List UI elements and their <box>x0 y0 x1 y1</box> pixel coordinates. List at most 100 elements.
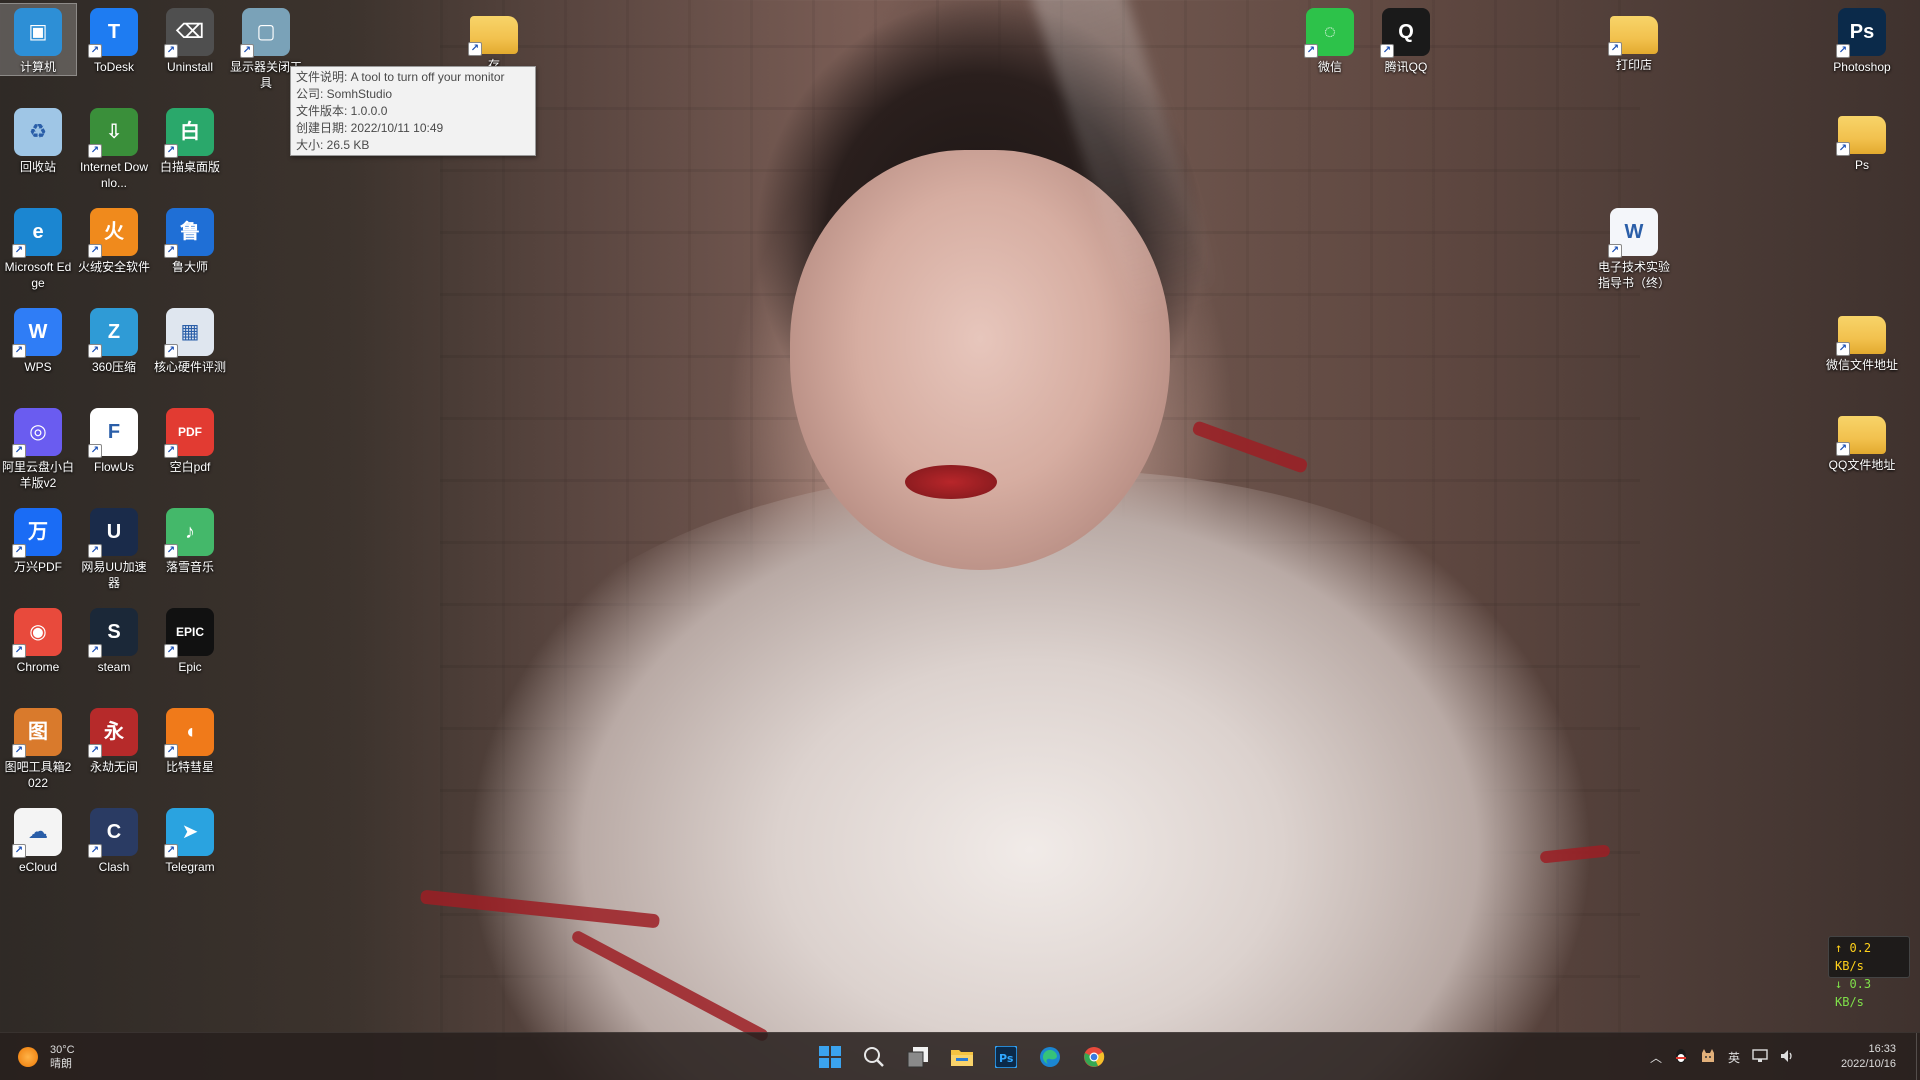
ecloud-icon: ☁ ↗ <box>12 808 62 858</box>
photoshop-taskbar-button[interactable]: Ps <box>988 1039 1024 1075</box>
cat-app-tray-icon[interactable] <box>1700 1048 1716 1067</box>
desktop-shortcut[interactable]: C ↗ Clash <box>76 804 152 875</box>
desktop-shortcut[interactable]: 白 ↗ 白描桌面版 <box>152 104 228 175</box>
desktop-shortcut[interactable]: 火 ↗ 火绒安全软件 <box>76 204 152 275</box>
ime-indicator[interactable]: 英 <box>1728 1049 1740 1066</box>
task-view-button[interactable] <box>900 1039 936 1075</box>
shortcut-arrow-icon: ↗ <box>1836 142 1850 156</box>
folder-icon: ↗ <box>1836 116 1886 156</box>
desktop-shortcut[interactable]: 鲁 ↗ 鲁大师 <box>152 204 228 275</box>
desktop-shortcut[interactable]: ▦ ↗ 核心硬件评测 <box>152 304 228 375</box>
desktop-shortcut-label: Microsoft Edge <box>4 260 72 290</box>
desktop-shortcut[interactable]: ♪ ↗ 落雪音乐 <box>152 504 228 575</box>
shortcut-arrow-icon: ↗ <box>88 344 102 358</box>
desktop-shortcut[interactable]: ↗ 打印店 <box>1596 4 1672 73</box>
desktop-shortcut[interactable]: ↗ Ps <box>1824 104 1900 173</box>
monitor-tool-icon: ▢ ↗ <box>240 8 290 58</box>
desktop-shortcut-label: Clash <box>98 860 130 874</box>
desktop-shortcut[interactable]: ◉ ↗ Chrome <box>0 604 76 675</box>
desktop-shortcut[interactable]: e ↗ Microsoft Edge <box>0 204 76 291</box>
naraka-icon: 永 ↗ <box>88 708 138 758</box>
desktop-shortcut[interactable]: ➤ ↗ Telegram <box>152 804 228 875</box>
desktop-shortcut[interactable]: ☁ ↗ eCloud <box>0 804 76 875</box>
volume-icon[interactable] <box>1780 1049 1794 1066</box>
desktop-shortcut-label: 图吧工具箱2022 <box>4 760 72 790</box>
shortcut-arrow-icon: ↗ <box>12 244 26 258</box>
computer-icon: ▣ <box>14 8 62 56</box>
weather-widget[interactable]: 30°C 晴朗 <box>18 1041 75 1073</box>
desktop-shortcut[interactable]: F ↗ FlowUs <box>76 404 152 475</box>
upload-speed: ↑ 0.2 KB/s <box>1835 941 1872 973</box>
desktop-shortcut[interactable]: ⇩ ↗ Internet Downlo... <box>76 104 152 191</box>
tooltip-version: 文件版本: 1.0.0.0 <box>296 104 388 118</box>
aliyun-icon: ◎ ↗ <box>12 408 62 458</box>
desktop-shortcut[interactable]: ◌ ↗ 微信 <box>1292 4 1368 75</box>
desktop-shortcut[interactable]: ↗ 存 <box>456 4 532 73</box>
shortcut-arrow-icon: ↗ <box>164 844 178 858</box>
desktop-shortcut-label: 火绒安全软件 <box>78 260 151 274</box>
desktop-shortcut[interactable]: ◎ ↗ 阿里云盘小白羊版v2 <box>0 404 76 491</box>
show-desktop-button[interactable] <box>1916 1033 1920 1080</box>
file-explorer-button[interactable] <box>944 1039 980 1075</box>
desktop-shortcut[interactable]: W ↗ WPS <box>0 304 76 375</box>
desktop-shortcut[interactable]: EPIC ↗ Epic <box>152 604 228 675</box>
desktop-shortcut[interactable]: W ↗ 电子技术实验指导书（终） <box>1596 204 1672 291</box>
shortcut-arrow-icon: ↗ <box>88 244 102 258</box>
shortcut-arrow-icon: ↗ <box>164 444 178 458</box>
desktop-shortcut[interactable]: ↗ QQ文件地址 <box>1824 404 1900 473</box>
desktop-shortcut-label: QQ文件地址 <box>1828 458 1896 472</box>
desktop-shortcut[interactable]: ⌫ ↗ Uninstall <box>152 4 228 75</box>
desktop-shortcut-label: Epic <box>178 660 202 674</box>
shortcut-arrow-icon: ↗ <box>164 544 178 558</box>
desktop-shortcut[interactable]: T ↗ ToDesk <box>76 4 152 75</box>
desktop-shortcut[interactable]: 万 ↗ 万兴PDF <box>0 504 76 575</box>
tray-overflow-chevron-icon[interactable]: ︿ <box>1650 1049 1662 1066</box>
netspeed-widget[interactable]: ↑ 0.2 KB/s ↓ 0.3 KB/s <box>1828 936 1910 1009</box>
taskbar-clock[interactable]: 16:33 2022/10/16 <box>1806 1042 1896 1072</box>
desktop-shortcut-label: 鲁大师 <box>171 260 208 274</box>
recycle-bin-icon: ♻ <box>14 108 62 156</box>
chrome-taskbar-button[interactable] <box>1076 1039 1112 1075</box>
folder-icon: ↗ <box>468 16 518 56</box>
desktop-shortcut[interactable]: 图 ↗ 图吧工具箱2022 <box>0 704 76 791</box>
desktop-shortcut[interactable]: 永 ↗ 永劫无间 <box>76 704 152 775</box>
shortcut-arrow-icon: ↗ <box>88 44 102 58</box>
desktop-shortcut-label: 腾讯QQ <box>1384 60 1428 74</box>
taskbar: 30°C 晴朗 Ps ︿ 英 16:33 2022/10/16 <box>0 1032 1920 1080</box>
desktop-shortcut[interactable]: ↗ 微信文件地址 <box>1824 304 1900 373</box>
baimiao-icon: 白 ↗ <box>164 108 214 158</box>
desktop-shortcut-label: 核心硬件评测 <box>154 360 227 374</box>
search-button[interactable] <box>856 1039 892 1075</box>
start-button[interactable] <box>812 1039 848 1075</box>
shortcut-arrow-icon: ↗ <box>88 544 102 558</box>
network-icon[interactable] <box>1752 1048 1768 1066</box>
desktop-shortcut-label: 比特彗星 <box>165 760 214 774</box>
desktop-shortcut[interactable]: ▣ 计算机 <box>0 3 77 76</box>
word-doc-icon: W ↗ <box>1608 208 1658 258</box>
shortcut-arrow-icon: ↗ <box>12 444 26 458</box>
desktop-shortcut[interactable]: U ↗ 网易UU加速器 <box>76 504 152 591</box>
desktop-shortcut[interactable]: ◖ ↗ 比特彗星 <box>152 704 228 775</box>
shortcut-arrow-icon: ↗ <box>12 744 26 758</box>
desktop-shortcut[interactable]: ♻ 回收站 <box>0 104 76 175</box>
shortcut-arrow-icon: ↗ <box>88 444 102 458</box>
wallpaper-robe <box>470 470 1610 1080</box>
shortcut-arrow-icon: ↗ <box>1608 244 1622 258</box>
weather-temp: 30°C <box>50 1044 75 1056</box>
bitcomet-icon: ◖ ↗ <box>164 708 214 758</box>
desktop-shortcut[interactable]: S ↗ steam <box>76 604 152 675</box>
desktop-shortcut-label: 白描桌面版 <box>159 160 220 174</box>
desktop-shortcut-label: 落雪音乐 <box>165 560 214 574</box>
svg-text:Ps: Ps <box>999 1052 1014 1065</box>
clock-time: 16:33 <box>1868 1043 1896 1055</box>
desktop-shortcut-label: Chrome <box>16 660 60 674</box>
desktop-shortcut[interactable]: PDF ↗ 空白pdf <box>152 404 228 475</box>
shortcut-arrow-icon: ↗ <box>12 344 26 358</box>
desktop-shortcut[interactable]: Ps ↗ Photoshop <box>1824 4 1900 75</box>
desktop-shortcut[interactable]: Q ↗ 腾讯QQ <box>1368 4 1444 75</box>
qq-tray-icon[interactable] <box>1674 1048 1688 1067</box>
desktop-shortcut[interactable]: Z ↗ 360压缩 <box>76 304 152 375</box>
idm-icon: ⇩ ↗ <box>88 108 138 158</box>
tooltip-company: 公司: SomhStudio <box>296 87 393 101</box>
edge-taskbar-button[interactable] <box>1032 1039 1068 1075</box>
